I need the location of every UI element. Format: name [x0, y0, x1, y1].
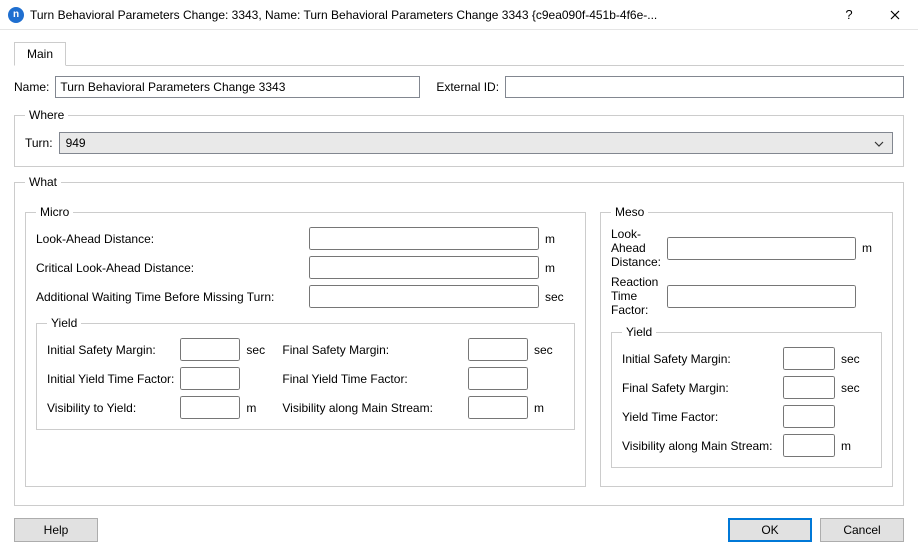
tab-bar: Main [14, 40, 904, 66]
meso-final-safety-unit: sec [841, 381, 865, 395]
meso-init-safety-label: Initial Safety Margin: [622, 352, 777, 366]
micro-vis-yield-unit: m [246, 401, 270, 415]
close-button[interactable] [872, 0, 918, 30]
ok-button[interactable]: OK [728, 518, 812, 542]
turn-value: 949 [66, 136, 870, 150]
meso-final-safety-label: Final Safety Margin: [622, 381, 777, 395]
window-title: Turn Behavioral Parameters Change: 3343,… [30, 8, 826, 22]
where-legend: Where [25, 108, 68, 122]
meso-vis-main-input[interactable] [783, 434, 835, 457]
micro-crit-lookahead-input[interactable] [309, 256, 539, 279]
meso-yieldfactor-input[interactable] [783, 405, 835, 428]
micro-vis-main-label: Visibility along Main Stream: [282, 401, 462, 415]
turn-dropdown[interactable]: 949 [59, 132, 893, 154]
meso-reaction-input[interactable] [667, 285, 856, 308]
what-legend: What [25, 175, 61, 189]
cancel-button[interactable]: Cancel [820, 518, 904, 542]
micro-vis-main-input[interactable] [468, 396, 528, 419]
micro-final-safety-label: Final Safety Margin: [282, 343, 462, 357]
app-icon: n [8, 7, 24, 23]
micro-legend: Micro [36, 205, 73, 219]
meso-lookahead-label: Look-Ahead Distance: [611, 227, 661, 269]
meso-group: Meso Look-Ahead Distance: m Reaction Tim… [600, 205, 893, 487]
micro-yield-legend: Yield [47, 316, 81, 330]
meso-yield-legend: Yield [622, 325, 656, 339]
meso-final-safety-input[interactable] [783, 376, 835, 399]
micro-yield-group: Yield Initial Safety Margin: sec Final S… [36, 316, 575, 430]
meso-yieldfactor-label: Yield Time Factor: [622, 410, 777, 424]
micro-init-yieldfactor-label: Initial Yield Time Factor: [47, 372, 174, 386]
meso-init-safety-input[interactable] [783, 347, 835, 370]
meso-init-safety-unit: sec [841, 352, 865, 366]
where-group: Where Turn: 949 [14, 108, 904, 167]
micro-final-safety-unit: sec [534, 343, 558, 357]
micro-lookahead-input[interactable] [309, 227, 539, 250]
micro-vis-main-unit: m [534, 401, 558, 415]
micro-crit-lookahead-label: Critical Look-Ahead Distance: [36, 261, 274, 275]
micro-final-yieldfactor-label: Final Yield Time Factor: [282, 372, 462, 386]
micro-lookahead-unit: m [545, 232, 569, 246]
micro-init-safety-unit: sec [246, 343, 270, 357]
close-icon [890, 10, 900, 20]
micro-addwait-label: Additional Waiting Time Before Missing T… [36, 290, 274, 304]
micro-crit-lookahead-unit: m [545, 261, 569, 275]
help-titlebar-button[interactable]: ? [826, 0, 872, 30]
titlebar: n Turn Behavioral Parameters Change: 334… [0, 0, 918, 30]
chevron-down-icon [870, 136, 888, 150]
meso-lookahead-input[interactable] [667, 237, 856, 260]
meso-legend: Meso [611, 205, 648, 219]
micro-init-yieldfactor-input[interactable] [180, 367, 240, 390]
turn-label: Turn: [25, 136, 53, 150]
micro-vis-yield-input[interactable] [180, 396, 240, 419]
micro-addwait-input[interactable] [309, 285, 539, 308]
micro-vis-yield-label: Visibility to Yield: [47, 401, 174, 415]
micro-addwait-unit: sec [545, 290, 569, 304]
tab-main[interactable]: Main [14, 42, 66, 66]
micro-final-safety-input[interactable] [468, 338, 528, 361]
meso-lookahead-unit: m [862, 241, 886, 255]
micro-init-safety-label: Initial Safety Margin: [47, 343, 174, 357]
meso-yield-group: Yield Initial Safety Margin: sec Final S… [611, 325, 882, 468]
what-group: What Micro Look-Ahead Distance: m Critic… [14, 175, 904, 506]
external-id-label: External ID: [436, 80, 499, 94]
meso-vis-main-label: Visibility along Main Stream: [622, 439, 777, 453]
meso-vis-main-unit: m [841, 439, 865, 453]
micro-init-safety-input[interactable] [180, 338, 240, 361]
external-id-input[interactable] [505, 76, 904, 98]
micro-lookahead-label: Look-Ahead Distance: [36, 232, 274, 246]
help-button[interactable]: Help [14, 518, 98, 542]
meso-reaction-label: Reaction Time Factor: [611, 275, 661, 317]
micro-final-yieldfactor-input[interactable] [468, 367, 528, 390]
name-input[interactable] [55, 76, 420, 98]
micro-group: Micro Look-Ahead Distance: m Critical Lo… [25, 205, 586, 487]
name-label: Name: [14, 80, 49, 94]
